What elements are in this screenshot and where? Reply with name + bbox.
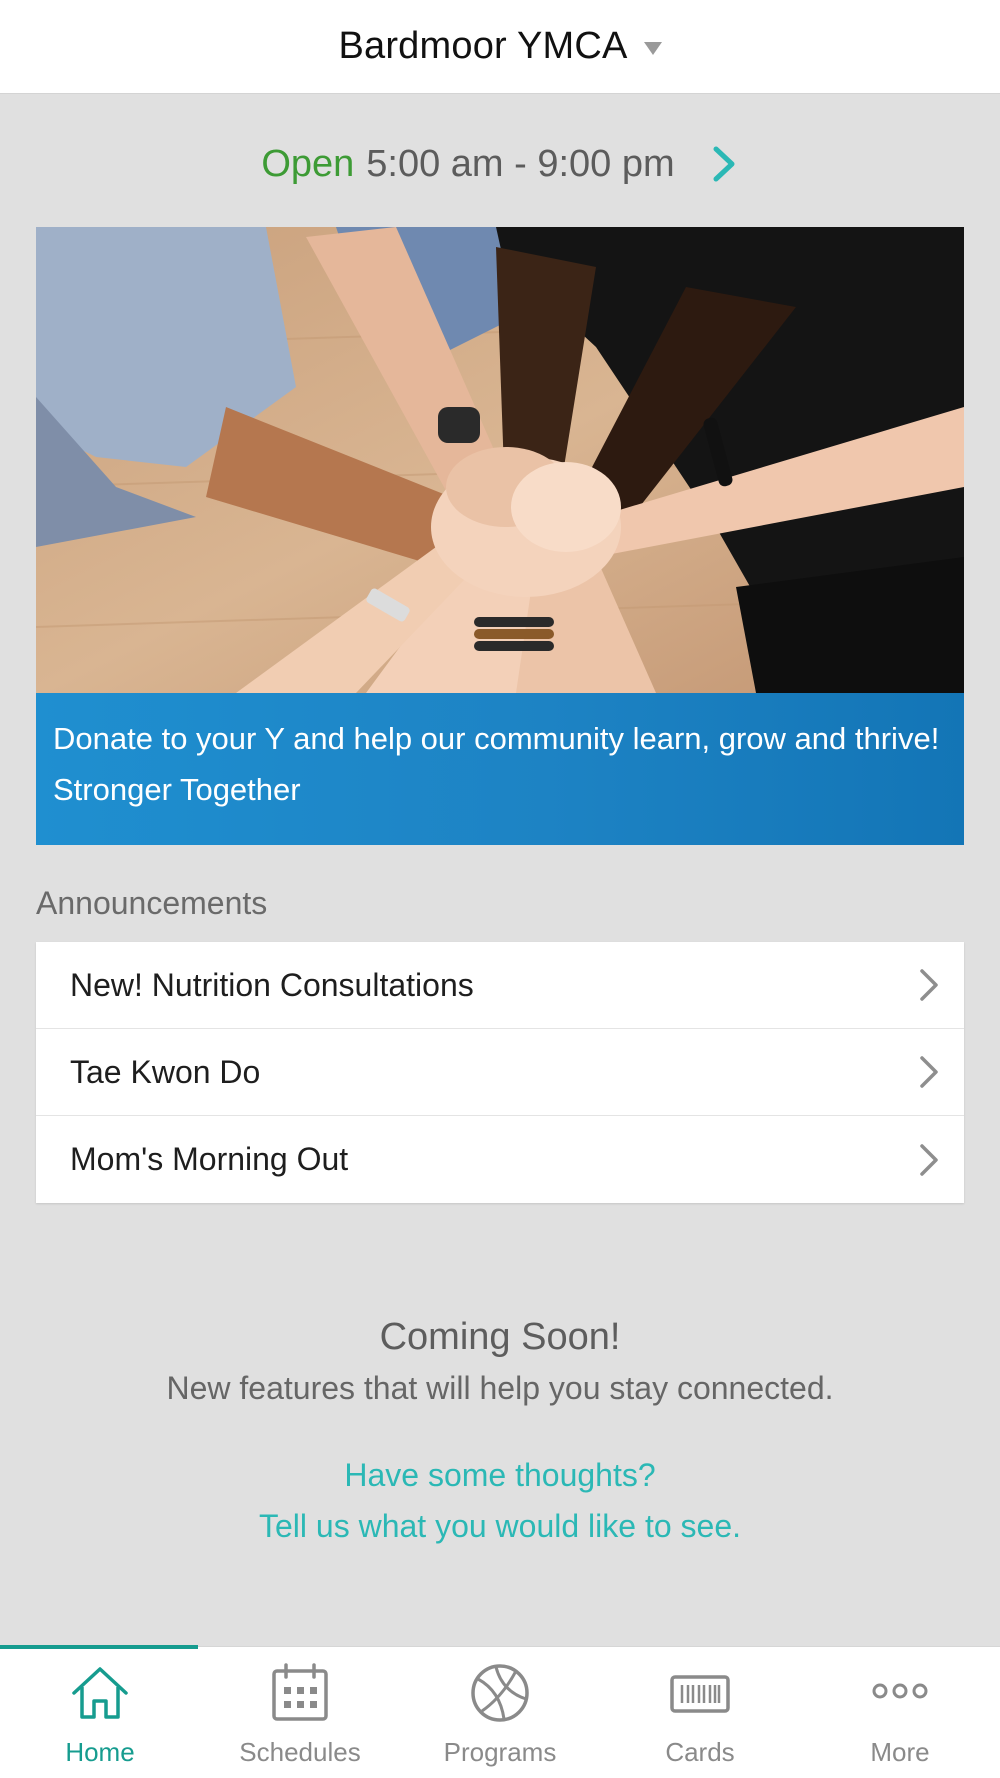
hours-time: 5:00 am - 9:00 pm xyxy=(366,142,675,185)
bottom-tab-bar: Home Schedules Programs Cards More xyxy=(0,1645,1000,1778)
coming-soon-subtitle: New features that will help you stay con… xyxy=(166,1370,834,1406)
donation-banner[interactable]: Donate to your Y and help our community … xyxy=(36,227,964,845)
announcements-list: New! Nutrition Consultations Tae Kwon Do… xyxy=(36,942,964,1203)
tab-cards[interactable]: Cards xyxy=(600,1647,800,1778)
chevron-right-icon xyxy=(920,969,938,1001)
chevron-right-icon xyxy=(920,1143,938,1176)
feedback-line-2[interactable]: Tell us what you would like to see. xyxy=(0,1501,1000,1552)
announcement-label: New! Nutrition Consultations xyxy=(70,966,474,1003)
tab-label: Schedules xyxy=(239,1737,361,1767)
chevron-right-icon xyxy=(920,1056,938,1088)
location-selector[interactable]: Bardmoor YMCA xyxy=(338,25,662,68)
announcement-item[interactable]: Tae Kwon Do xyxy=(36,1029,964,1116)
active-tab-indicator xyxy=(0,1645,198,1649)
announcement-item[interactable]: New! Nutrition Consultations xyxy=(36,942,964,1029)
coming-soon-section: Coming Soon! New features that will help… xyxy=(0,1313,1000,1409)
coming-soon-title: Coming Soon! xyxy=(379,1316,621,1358)
tab-label: Programs xyxy=(443,1737,557,1767)
tab-programs[interactable]: Programs xyxy=(400,1647,600,1778)
tab-home[interactable]: Home xyxy=(0,1647,200,1778)
hands-together-photo xyxy=(36,227,964,693)
feedback-line-1[interactable]: Have some thoughts? xyxy=(0,1450,1000,1501)
tab-more[interactable]: More xyxy=(800,1647,1000,1778)
location-name[interactable]: Bardmoor YMCA xyxy=(338,25,627,68)
barcode-card-icon xyxy=(670,1675,730,1713)
tab-label: More xyxy=(870,1737,930,1767)
announcement-label: Mom's Morning Out xyxy=(70,1141,349,1177)
announcements-heading: Announcements xyxy=(36,885,268,921)
hours-row[interactable]: Open 5:00 am - 9:00 pm xyxy=(0,132,1000,196)
chevron-right-icon[interactable] xyxy=(709,144,739,184)
caret-down-icon[interactable] xyxy=(643,42,662,55)
more-dots-icon xyxy=(872,1683,928,1699)
tab-label: Cards xyxy=(665,1737,735,1767)
calendar-icon xyxy=(272,1663,328,1721)
home-icon xyxy=(72,1667,128,1719)
banner-caption: Donate to your Y and help our community … xyxy=(36,693,964,845)
tab-label: Home xyxy=(65,1737,135,1767)
announcement-item[interactable]: Mom's Morning Out xyxy=(36,1116,964,1203)
hours-status: Open xyxy=(261,142,355,185)
feedback-link[interactable]: Have some thoughts? Tell us what you wou… xyxy=(0,1450,1000,1552)
tab-schedules[interactable]: Schedules xyxy=(200,1647,400,1778)
announcement-label: Tae Kwon Do xyxy=(70,1053,261,1090)
top-bar: Bardmoor YMCA xyxy=(0,0,1000,94)
basketball-icon xyxy=(471,1664,529,1722)
